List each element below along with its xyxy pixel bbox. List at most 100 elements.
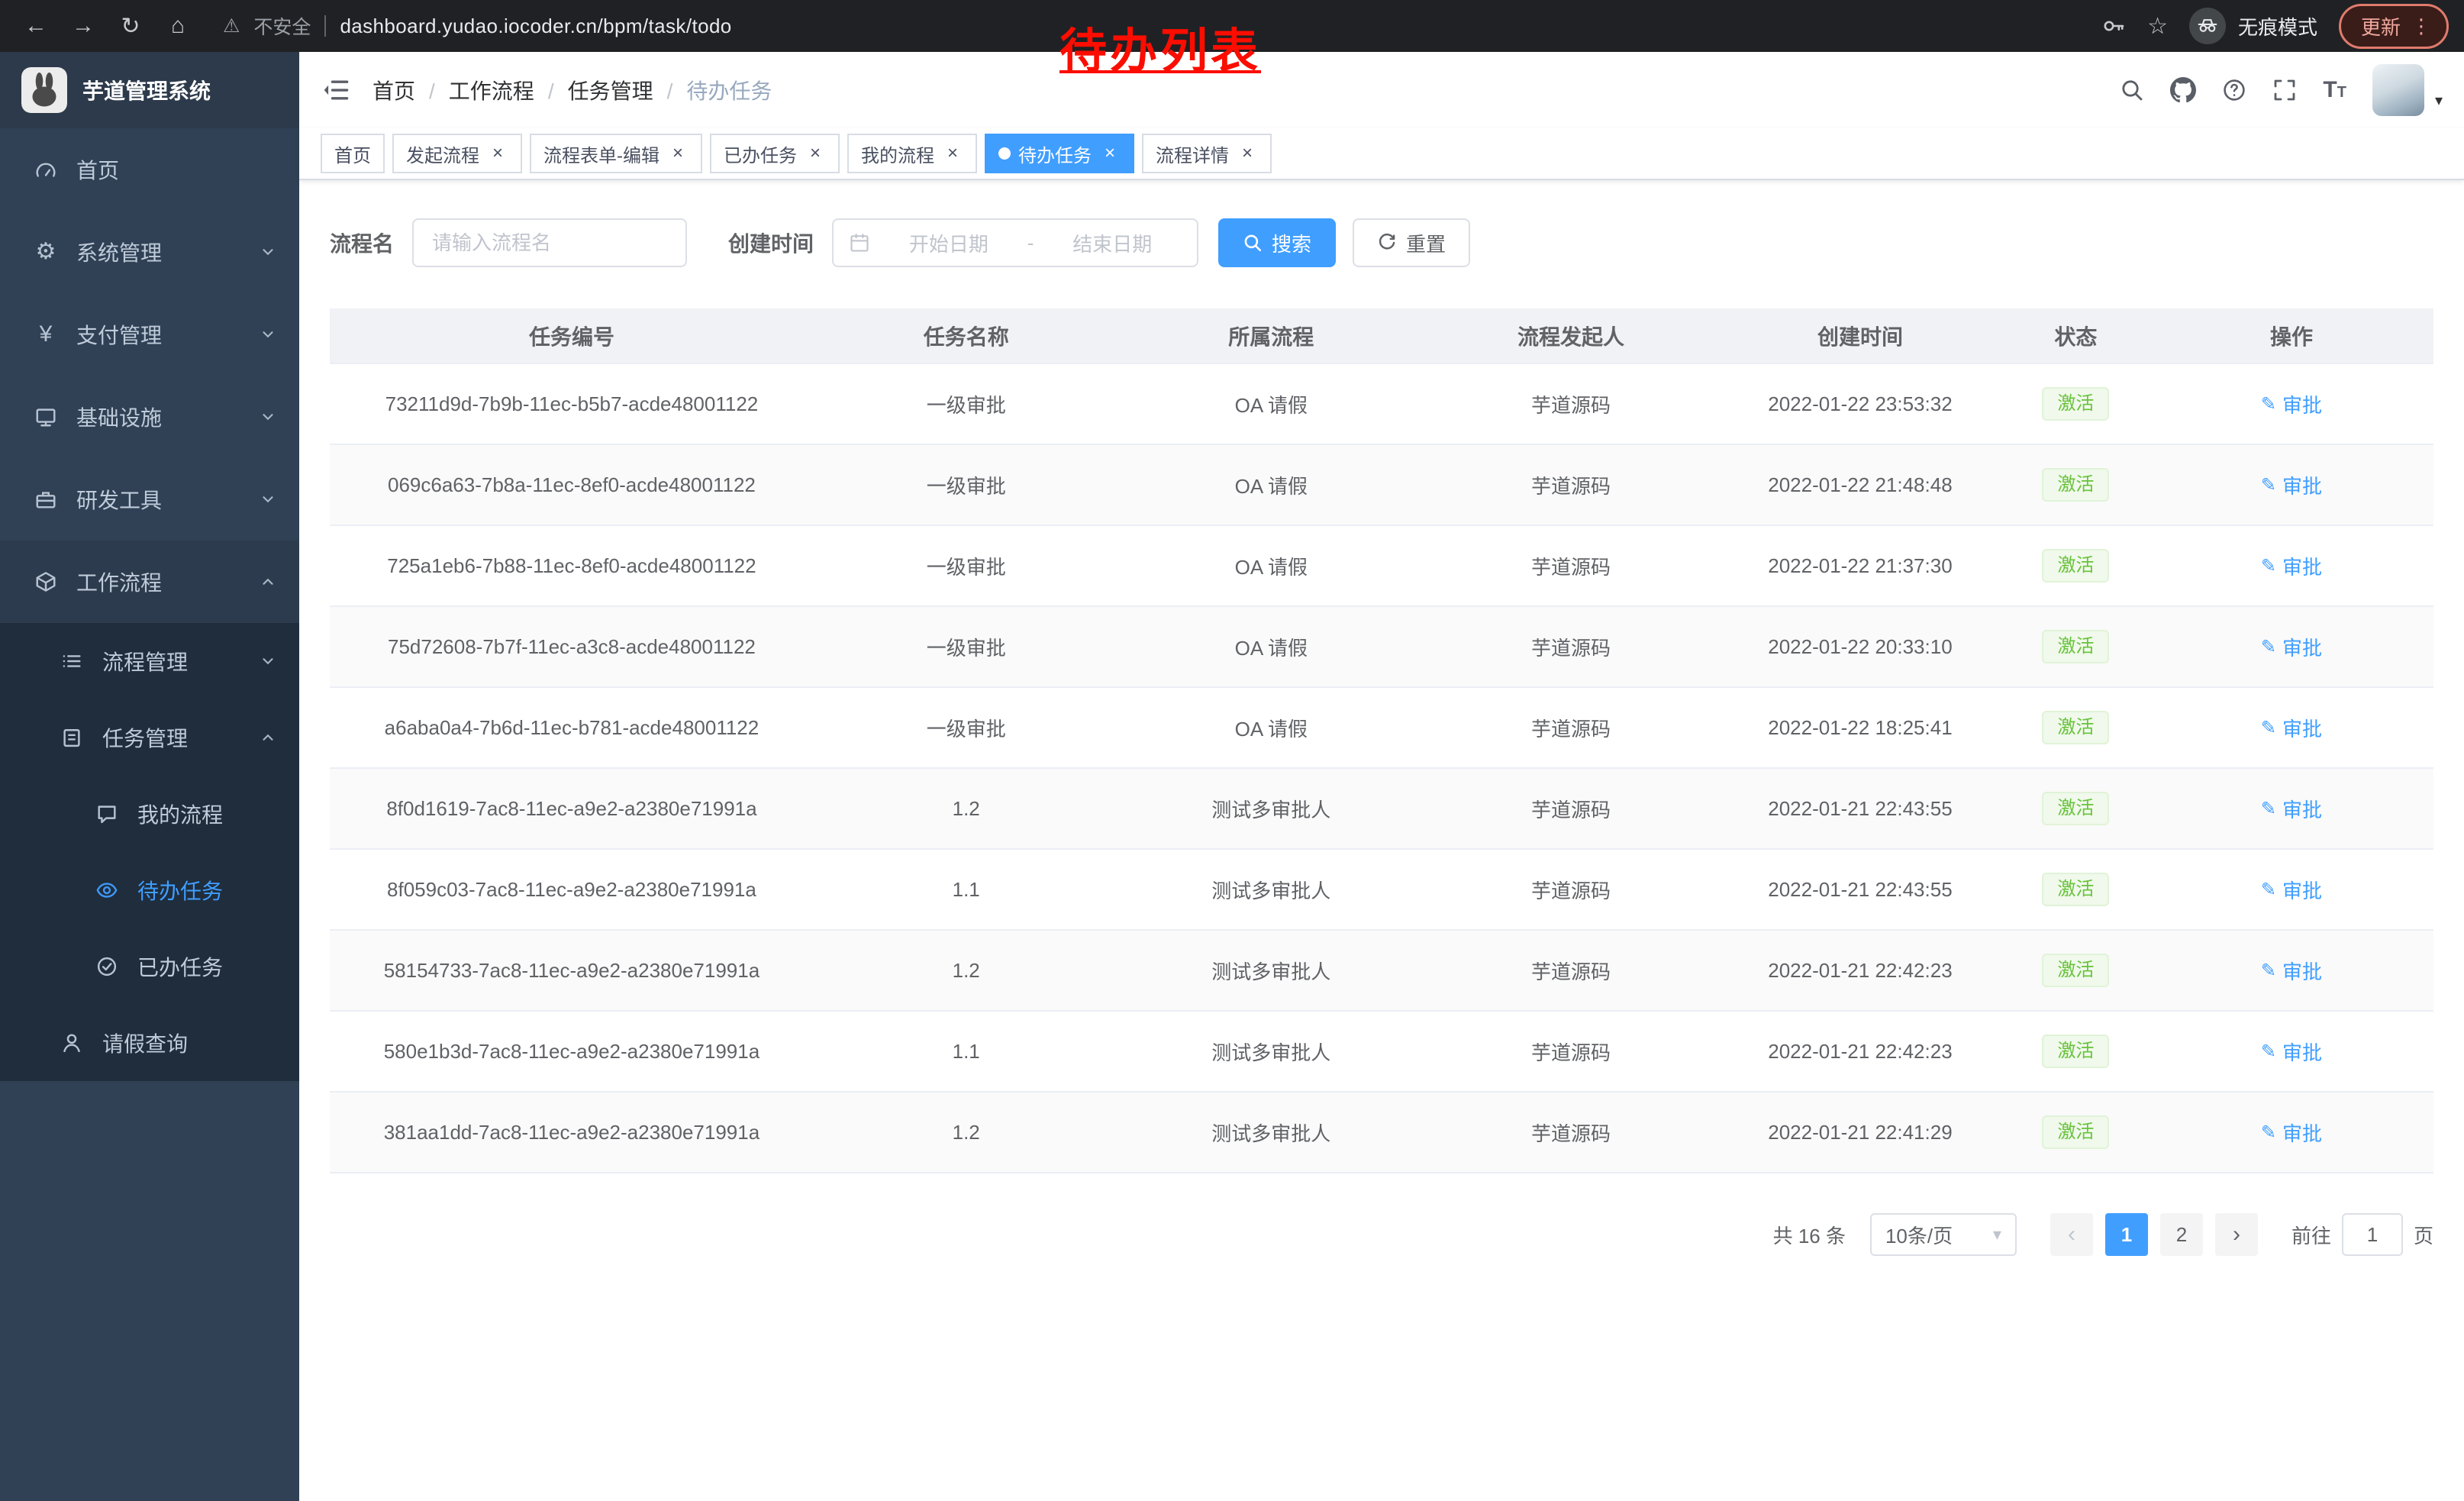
- status-badge: 激活: [2042, 630, 2109, 663]
- gear-icon: ⚙: [32, 240, 60, 263]
- sidebar-item-task-management[interactable]: 任务管理: [0, 699, 299, 776]
- sidebar-item-leave-query[interactable]: 请假查询: [0, 1005, 299, 1081]
- key-icon[interactable]: [2101, 14, 2126, 38]
- approve-button[interactable]: ✎审批: [2261, 876, 2322, 904]
- todo-task-table: 任务编号 任务名称 所属流程 流程发起人 创建时间 状态 操作 73211d9d…: [330, 308, 2433, 1173]
- approve-button[interactable]: ✎审批: [2261, 471, 2322, 499]
- page-button-2[interactable]: 2: [2160, 1213, 2203, 1256]
- avatar[interactable]: [2372, 64, 2424, 116]
- user-icon: [58, 1031, 85, 1054]
- breadcrumb-task-management[interactable]: 任务管理: [568, 75, 673, 105]
- chevron-down-icon: [260, 653, 276, 670]
- page-size-select[interactable]: 10条/页 ▾: [1870, 1213, 2017, 1256]
- sidebar-item-infrastructure[interactable]: 基础设施: [0, 376, 299, 458]
- bookmark-star-icon[interactable]: ☆: [2147, 13, 2168, 40]
- tab-todo-tasks[interactable]: 待办任务 ×: [985, 134, 1134, 173]
- github-icon[interactable]: [2170, 77, 2196, 103]
- sidebar-item-home[interactable]: 首页: [0, 128, 299, 211]
- goto-page-input[interactable]: [2342, 1213, 2403, 1256]
- column-created: 创建时间: [1718, 308, 2002, 363]
- edit-icon: ✎: [2261, 474, 2276, 496]
- status-badge: 激活: [2042, 954, 2109, 987]
- close-icon[interactable]: ×: [1237, 143, 1258, 164]
- fullscreen-icon[interactable]: [2272, 78, 2297, 102]
- sidebar-item-workflow[interactable]: 工作流程: [0, 541, 299, 623]
- address-bar[interactable]: ⚠ 不安全 dashboard.yudao.iocoder.cn/bpm/tas…: [223, 12, 732, 40]
- tab-process-detail[interactable]: 流程详情 ×: [1142, 134, 1272, 173]
- edit-icon: ✎: [2261, 798, 2276, 820]
- process-name-input[interactable]: [412, 218, 687, 267]
- sidebar-item-todo-tasks[interactable]: 待办任务: [0, 852, 299, 928]
- approve-button[interactable]: ✎审批: [2261, 1038, 2322, 1066]
- tab-my-processes[interactable]: 我的流程 ×: [847, 134, 977, 173]
- tab-done-tasks[interactable]: 已办任务 ×: [710, 134, 840, 173]
- tab-home[interactable]: 首页: [321, 134, 385, 173]
- close-icon[interactable]: ×: [805, 143, 826, 164]
- sidebar-item-done-tasks[interactable]: 已办任务: [0, 928, 299, 1005]
- help-icon[interactable]: [2222, 78, 2246, 102]
- goto-label: 前往: [2291, 1221, 2331, 1249]
- chevron-down-icon: ▾: [1993, 1225, 2001, 1244]
- process-list-icon: [58, 650, 85, 673]
- browser-home-button[interactable]: ⌂: [157, 5, 198, 47]
- status-badge: 激活: [2042, 549, 2109, 583]
- sidebar-item-process-management[interactable]: 流程管理: [0, 623, 299, 699]
- tab-initiate-process[interactable]: 发起流程 ×: [392, 134, 522, 173]
- edit-icon: ✎: [2261, 393, 2276, 415]
- update-button[interactable]: 更新 ⋮: [2339, 4, 2449, 49]
- font-size-icon[interactable]: TT: [2323, 77, 2346, 103]
- sidebar-item-system[interactable]: ⚙ 系统管理: [0, 211, 299, 293]
- create-time-range-picker[interactable]: 开始日期 - 结束日期: [832, 218, 1198, 267]
- search-button[interactable]: 搜索: [1218, 218, 1336, 267]
- browser-back-button[interactable]: ←: [15, 5, 56, 47]
- top-navbar: 首页 工作流程 任务管理 待办任务 TT ▾: [299, 52, 2464, 128]
- approve-button[interactable]: ✎审批: [2261, 795, 2322, 823]
- close-icon[interactable]: ×: [1099, 143, 1121, 164]
- sidebar-item-payment[interactable]: ¥ 支付管理: [0, 293, 299, 376]
- update-label: 更新: [2361, 12, 2401, 40]
- sidebar-item-my-processes[interactable]: 我的流程: [0, 776, 299, 852]
- approve-button[interactable]: ✎审批: [2261, 390, 2322, 418]
- approve-button[interactable]: ✎审批: [2261, 957, 2322, 985]
- browser-forward-button[interactable]: →: [63, 5, 104, 47]
- approve-button[interactable]: ✎审批: [2261, 552, 2322, 580]
- home-icon: ⌂: [171, 13, 185, 39]
- status-badge: 激活: [2042, 387, 2109, 421]
- edit-icon: ✎: [2261, 960, 2276, 982]
- status-badge: 激活: [2042, 873, 2109, 906]
- sidebar-item-dev-tools[interactable]: 研发工具: [0, 458, 299, 541]
- chevron-down-icon: [260, 491, 276, 508]
- menu-kebab-icon[interactable]: ⋮: [2411, 16, 2431, 36]
- close-icon[interactable]: ×: [942, 143, 963, 164]
- start-date-placeholder: 开始日期: [879, 229, 1018, 257]
- monitor-icon: [32, 405, 60, 428]
- breadcrumb: 首页 工作流程 任务管理 待办任务: [373, 75, 785, 105]
- breadcrumb-workflow[interactable]: 工作流程: [449, 75, 554, 105]
- next-page-button[interactable]: ›: [2215, 1213, 2258, 1256]
- table-row: 75d72608-7b7f-11ec-a3c8-acde48001122一级审批…: [330, 606, 2433, 687]
- reset-button[interactable]: 重置: [1353, 218, 1470, 267]
- sidebar-collapse-icon[interactable]: [322, 76, 350, 104]
- prev-page-button[interactable]: ‹: [2050, 1213, 2093, 1256]
- approve-button[interactable]: ✎审批: [2261, 1118, 2322, 1147]
- page-button-1[interactable]: 1: [2105, 1213, 2148, 1256]
- approve-button[interactable]: ✎审批: [2261, 633, 2322, 661]
- status-badge: 激活: [2042, 468, 2109, 502]
- column-status: 状态: [2002, 308, 2150, 363]
- table-row: 58154733-7ac8-11ec-a9e2-a2380e71991a1.2测…: [330, 930, 2433, 1011]
- browser-reload-button[interactable]: ↻: [110, 5, 151, 47]
- pagination: 共 16 条 10条/页 ▾ ‹ 1 2 › 前往 页: [330, 1213, 2433, 1256]
- app-logo: 芋道管理系统: [0, 52, 299, 128]
- table-row: 725a1eb6-7b88-11ec-8ef0-acde48001122一级审批…: [330, 525, 2433, 606]
- close-icon[interactable]: ×: [667, 143, 689, 164]
- tab-process-form-edit[interactable]: 流程表单-编辑 ×: [530, 134, 702, 173]
- breadcrumb-home[interactable]: 首页: [373, 75, 435, 105]
- approve-button[interactable]: ✎审批: [2261, 714, 2322, 742]
- edit-icon: ✎: [2261, 717, 2276, 739]
- reload-icon: ↻: [121, 13, 140, 40]
- eye-icon: [93, 879, 121, 902]
- table-header-row: 任务编号 任务名称 所属流程 流程发起人 创建时间 状态 操作: [330, 308, 2433, 363]
- chevron-down-icon: [260, 244, 276, 260]
- close-icon[interactable]: ×: [487, 143, 508, 164]
- search-icon[interactable]: [2120, 78, 2144, 102]
